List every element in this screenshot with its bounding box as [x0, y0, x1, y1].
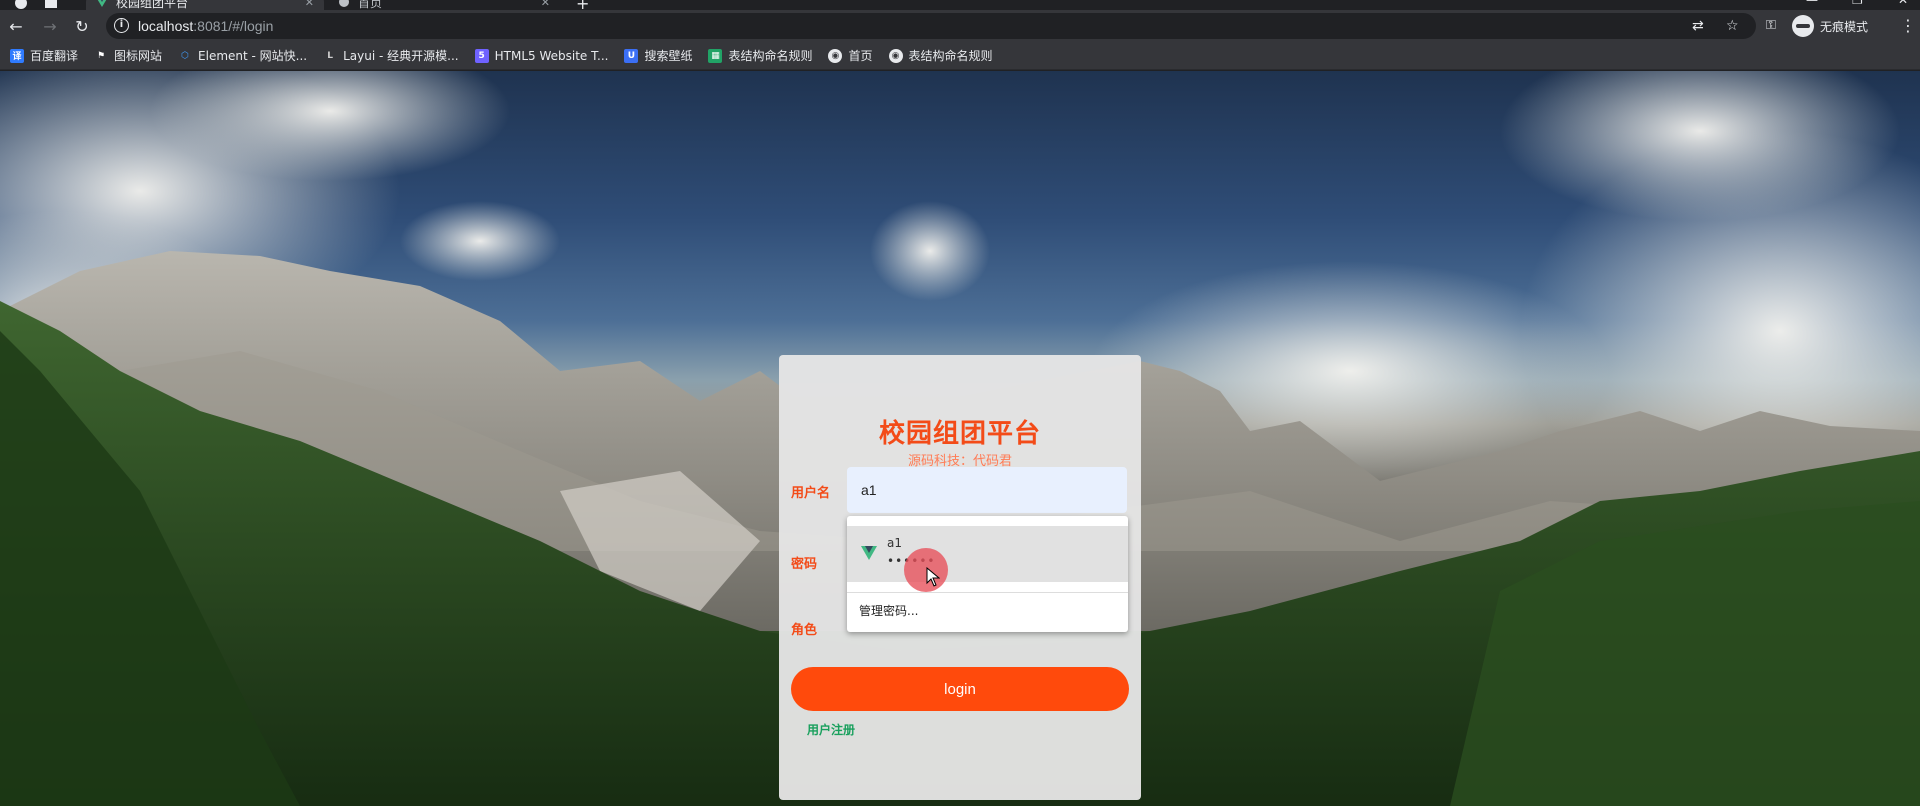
username-input[interactable]	[847, 467, 1127, 513]
incognito-label: 无痕模式	[1820, 19, 1869, 34]
manage-passwords-link[interactable]: 管理密码...	[859, 602, 918, 619]
new-tab-button[interactable]: +	[576, 0, 589, 10]
vue-icon	[97, 0, 107, 7]
element-icon: ⬡	[181, 50, 189, 61]
username-label: 用户名	[791, 486, 831, 501]
bookmark-item[interactable]: ◉ 表结构命名规则	[888, 47, 993, 64]
globe-icon	[339, 0, 349, 7]
vue-icon	[861, 546, 877, 560]
divider	[847, 592, 1128, 593]
tab-active[interactable]: 校园组团平台 ✕	[86, 0, 324, 10]
restore-icon[interactable]: ❐	[1852, 0, 1863, 7]
page-title: 校园组团平台	[878, 419, 1041, 449]
bookmark-item[interactable]: 译百度翻译	[10, 47, 78, 64]
tab-title: 首页	[358, 0, 383, 10]
tab-inactive[interactable]: 首页 ✕	[328, 0, 560, 10]
saved-credential-item[interactable]: a1 ••••••	[847, 526, 1128, 582]
mouse-pointer-icon	[926, 567, 940, 587]
incognito-icon	[1792, 15, 1814, 37]
incognito-indicator[interactable]: 无痕模式	[1792, 13, 1868, 39]
close-window-icon[interactable]: ✕	[1898, 0, 1908, 7]
tab-strip: 校园组团平台 ✕ 首页 ✕ + — ❐ ✕	[0, 0, 1920, 10]
globe-icon: ◉	[828, 48, 843, 63]
window-icon[interactable]	[44, 0, 58, 10]
baidu-translate-icon: 译	[10, 48, 24, 63]
login-button[interactable]: login	[791, 667, 1129, 711]
html5-icon: 5	[474, 48, 489, 63]
close-icon[interactable]: ✕	[305, 0, 314, 9]
globe-icon: ◉	[888, 48, 903, 63]
bookmark-item[interactable]: U 搜索壁纸	[624, 47, 692, 64]
key-icon[interactable]: ⚿	[1766, 18, 1776, 33]
role-label: 角色	[791, 623, 818, 638]
bookmark-item[interactable]: ⬡ Element - 网站快...	[178, 47, 307, 64]
translate-icon[interactable]: ⇄	[1692, 18, 1704, 34]
url-text[interactable]: localhost:8081/#/login	[138, 18, 273, 34]
bookmarks-bar: 译百度翻译 ⚑ 图标网站 ⬡ Element - 网站快... L Layui - 经…	[0, 42, 1920, 70]
back-icon[interactable]: ←	[6, 16, 26, 36]
reload-icon[interactable]: ↻	[72, 16, 92, 36]
bookmark-item[interactable]: ⚑ 图标网站	[94, 47, 162, 64]
globe-icon[interactable]	[14, 0, 28, 10]
bookmark-item[interactable]: 5 HTML5 Website T...	[474, 48, 608, 63]
browser-toolbar: ← → ↻ i localhost:8081/#/login ⇄ ☆ ⚿ 无痕模…	[0, 10, 1920, 42]
sheet-icon: ▦	[708, 48, 723, 63]
saved-username: a1	[887, 536, 902, 550]
more-menu-icon[interactable]: ⋮	[1900, 16, 1916, 35]
minimize-icon[interactable]: —	[1806, 0, 1818, 7]
info-icon[interactable]: i	[114, 18, 129, 33]
flag-icon: ⚑	[96, 50, 106, 61]
wallpaper-icon: U	[624, 48, 639, 63]
layui-icon: L	[327, 50, 333, 61]
address-bar[interactable]: i localhost:8081/#/login ⇄ ☆	[106, 13, 1756, 39]
register-link[interactable]: 用户注册	[807, 721, 855, 738]
bookmark-item[interactable]: ◉ 首页	[828, 47, 873, 64]
forward-icon[interactable]: →	[40, 16, 60, 36]
star-icon[interactable]: ☆	[1726, 18, 1739, 34]
password-autofill-dropdown: a1 •••••• 管理密码...	[847, 516, 1128, 632]
close-icon[interactable]: ✕	[541, 0, 550, 9]
bookmark-item[interactable]: L Layui - 经典开源模...	[323, 47, 458, 64]
password-label: 密码	[791, 557, 818, 572]
tab-title: 校园组团平台	[116, 0, 189, 10]
bookmark-item[interactable]: ▦ 表结构命名规则	[708, 47, 812, 64]
